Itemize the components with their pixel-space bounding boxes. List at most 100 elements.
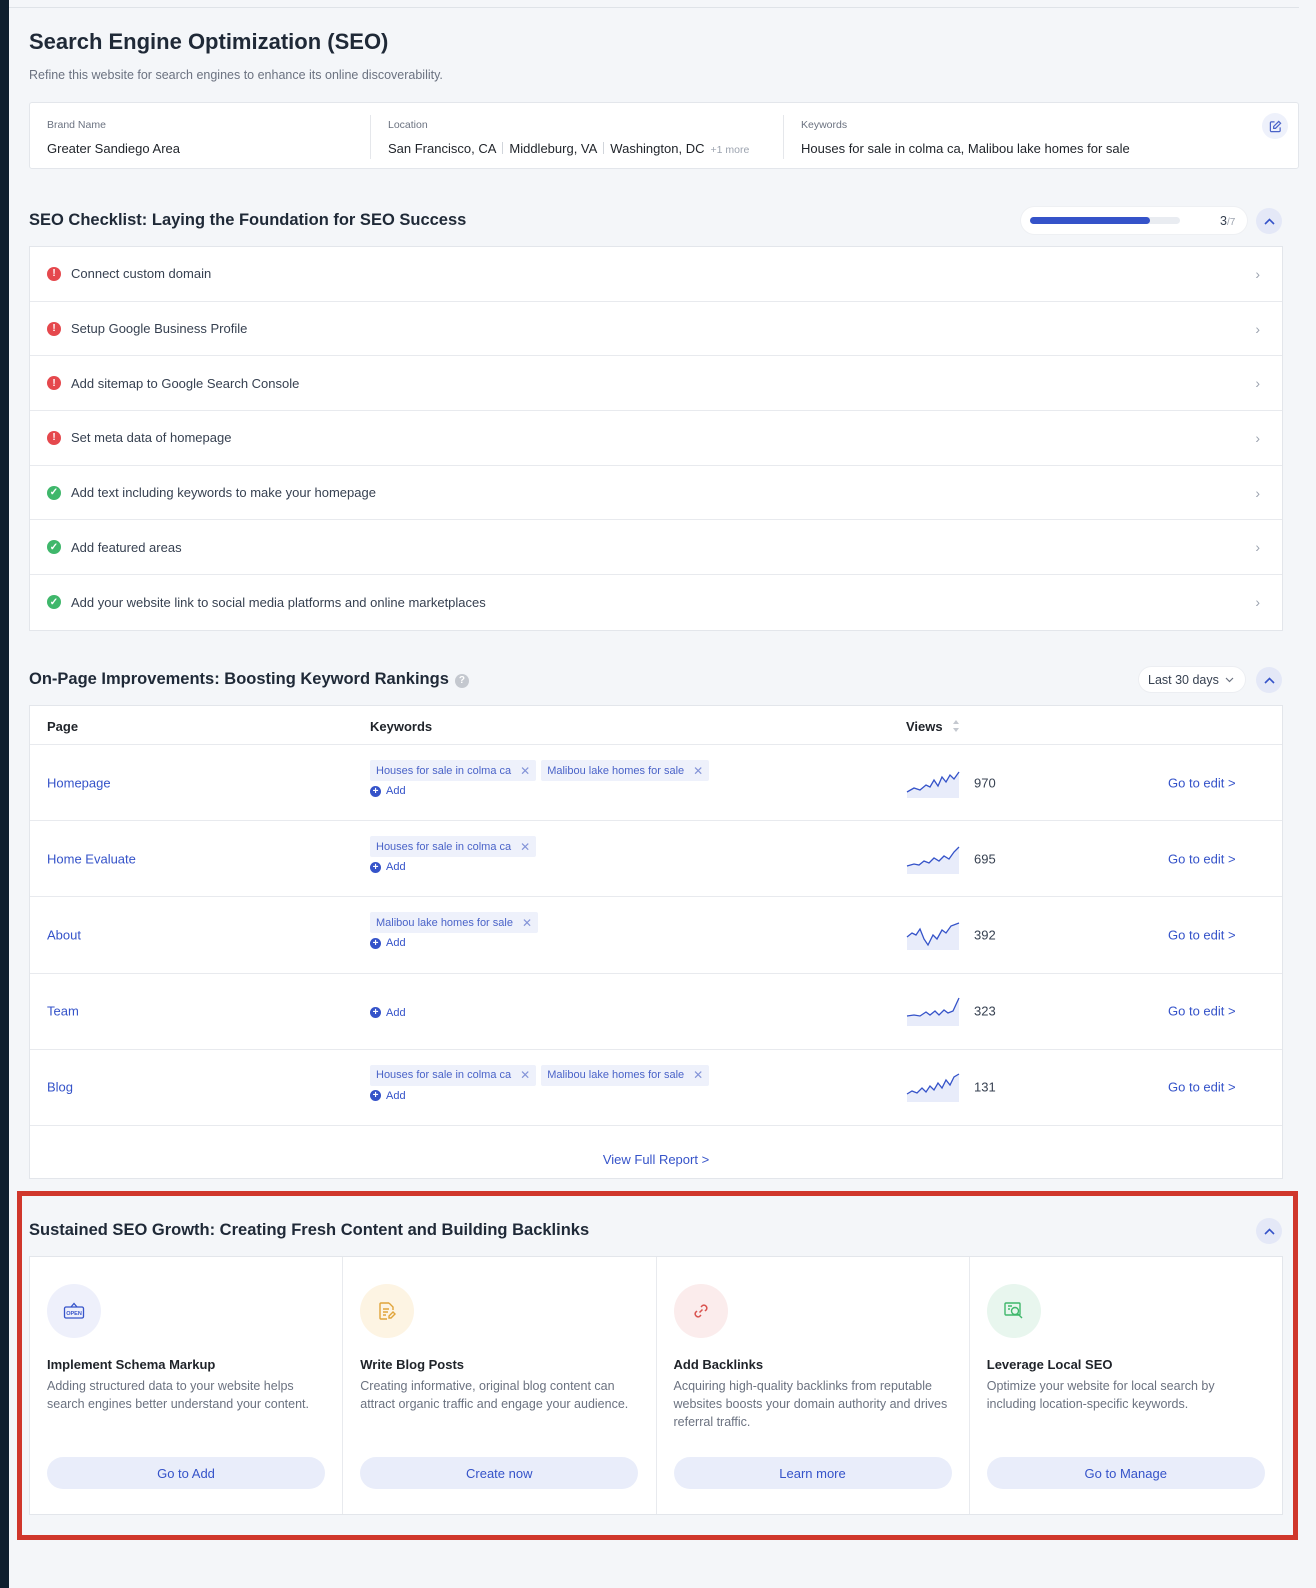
go-to-edit-link[interactable]: Go to edit > — [1168, 1080, 1236, 1095]
top-divider — [9, 0, 1299, 8]
remove-keyword-icon[interactable]: ✕ — [520, 764, 530, 778]
checklist-item-label: Set meta data of homepage — [71, 430, 232, 446]
sort-icon — [953, 720, 960, 732]
onpage-collapse-button[interactable] — [1256, 667, 1282, 693]
table-row: Home Evaluate Houses for sale in colma ca… — [30, 821, 1282, 898]
keyword-tag: Malibou lake homes for sale ✕ — [541, 760, 710, 781]
keyword-list: + Add — [370, 1003, 406, 1019]
views-sparkline — [906, 771, 960, 798]
add-keyword-button[interactable]: + Add — [370, 1090, 714, 1102]
card-action-button[interactable]: Create now — [360, 1457, 639, 1489]
add-keyword-button[interactable]: + Add — [370, 937, 543, 949]
checklist-item-label: Add sitemap to Google Search Console — [71, 375, 300, 391]
checklist-item[interactable]: ✓ Add your website link to social media p… — [30, 575, 1282, 630]
views-count: 323 — [974, 1003, 996, 1019]
location-item: Washington, DC — [610, 141, 705, 156]
table-row: Homepage Houses for sale in colma ca ✕ Mali… — [30, 745, 1282, 822]
views-sparkline — [906, 997, 960, 1027]
page-link[interactable]: Home Evaluate — [47, 851, 136, 866]
view-full-report-link[interactable]: View Full Report > — [30, 1152, 1282, 1167]
document-edit-icon — [360, 1284, 415, 1338]
go-to-edit-link[interactable]: Go to edit > — [1168, 927, 1236, 942]
add-keyword-button[interactable]: + Add — [370, 1007, 406, 1019]
keywords-field: Keywords Houses for sale in colma ca, Ma… — [801, 119, 1130, 156]
page-link[interactable]: About — [47, 927, 81, 942]
page-link[interactable]: Blog — [47, 1080, 73, 1095]
keyword-tag: Houses for sale in colma ca ✕ — [370, 836, 537, 858]
growth-card: Write Blog Posts Creating informative, or… — [343, 1257, 657, 1514]
remove-keyword-icon[interactable]: ✕ — [693, 764, 703, 778]
column-views[interactable]: Views — [906, 719, 960, 734]
checklist-item[interactable]: ! Add sitemap to Google Search Console › — [30, 356, 1282, 412]
card-description: Acquiring high-quality backlinks from re… — [673, 1379, 948, 1429]
growth-collapse-button[interactable] — [1256, 1218, 1282, 1244]
card-description: Optimize your website for local search b… — [986, 1379, 1215, 1411]
location-item: Middleburg, VA — [509, 141, 598, 156]
checklist-item-label: Add text including keywords to make your… — [71, 485, 376, 501]
keyword-tags: Houses for sale in colma ca ✕ Malibou lake… — [370, 760, 714, 781]
go-to-edit-link[interactable]: Go to edit > — [1168, 775, 1236, 790]
left-edge-bar — [0, 0, 9, 1588]
seo-info-card: Brand Name Greater Sandiego Area Locatio… — [29, 102, 1299, 169]
keyword-list: Houses for sale in colma ca ✕ Malibou lake… — [370, 760, 714, 797]
remove-keyword-icon[interactable]: ✕ — [522, 916, 532, 930]
plus-icon: + — [370, 861, 381, 873]
add-keyword-button[interactable]: + Add — [370, 785, 714, 797]
checklist-item[interactable]: ✓ Add featured areas › — [30, 520, 1282, 576]
keyword-tag-label: Houses for sale in colma ca — [376, 764, 512, 777]
keyword-tag-label: Houses for sale in colma ca — [376, 840, 512, 853]
card-action-button[interactable]: Go to Add — [47, 1457, 325, 1489]
help-icon[interactable]: ? — [454, 674, 469, 688]
progress-track — [1030, 217, 1180, 224]
card-action-button[interactable]: Learn more — [673, 1457, 952, 1489]
plus-icon: + — [370, 1007, 381, 1019]
onpage-title: On-Page Improvements: Boosting Keyword R… — [29, 670, 469, 689]
checklist-item[interactable]: ! Connect custom domain › — [30, 247, 1282, 302]
edit-info-button[interactable] — [1262, 113, 1288, 139]
page-link[interactable]: Team — [47, 1004, 79, 1019]
date-range-select[interactable]: Last 30 days — [1138, 666, 1246, 693]
column-keywords: Keywords — [370, 719, 433, 734]
error-icon: ! — [47, 266, 61, 281]
add-keyword-label: Add — [386, 1006, 406, 1019]
remove-keyword-icon[interactable]: ✕ — [693, 1068, 703, 1082]
page-subtitle: Refine this website for search engines t… — [29, 68, 443, 82]
growth-card: Add Backlinks Acquiring high-quality back… — [657, 1257, 970, 1514]
progress-text: 3/7 — [1220, 214, 1236, 228]
keyword-list: Houses for sale in colma ca ✕ Malibou lake… — [370, 1064, 714, 1102]
keyword-list: Houses for sale in colma ca ✕ + Add — [370, 836, 541, 873]
checklist-item[interactable]: ✓ Add text including keywords to make you… — [30, 466, 1282, 521]
column-page: Page — [47, 719, 79, 734]
remove-keyword-icon[interactable]: ✕ — [520, 1068, 530, 1082]
add-keyword-label: Add — [386, 937, 406, 950]
views-count: 970 — [974, 775, 996, 791]
go-to-edit-link[interactable]: Go to edit > — [1168, 851, 1236, 866]
plus-icon: + — [370, 937, 381, 949]
open-sign-icon: OPEN — [47, 1284, 101, 1338]
page-title: Search Engine Optimization (SEO) — [29, 29, 389, 54]
keyword-tag-label: Malibou lake homes for sale — [547, 1069, 685, 1082]
checklist-item[interactable]: ! Setup Google Business Profile › — [30, 302, 1282, 357]
link-icon — [673, 1284, 728, 1338]
keyword-tag: Malibou lake homes for sale ✕ — [370, 912, 539, 934]
keyword-list: Malibou lake homes for sale ✕ + Add — [370, 912, 543, 949]
card-action-button[interactable]: Go to Manage — [986, 1457, 1265, 1489]
table-row: About Malibou lake homes for sale ✕ + Add 392… — [30, 897, 1282, 974]
views-sparkline — [906, 846, 960, 874]
remove-keyword-icon[interactable]: ✕ — [520, 840, 530, 854]
checklist-item-label: Add featured areas — [71, 539, 182, 555]
views-count: 131 — [974, 1079, 996, 1095]
views-sparkline — [906, 922, 960, 950]
checklist-item[interactable]: ! Set meta data of homepage › — [30, 411, 1282, 466]
plus-icon: + — [370, 1090, 381, 1102]
progress-fill — [1030, 217, 1150, 224]
keyword-tags: Houses for sale in colma ca ✕ Malibou lake… — [370, 1064, 714, 1086]
add-keyword-label: Add — [386, 785, 406, 797]
go-to-edit-link[interactable]: Go to edit > — [1168, 1004, 1236, 1019]
add-keyword-button[interactable]: + Add — [370, 861, 541, 873]
checklist-collapse-button[interactable] — [1256, 208, 1282, 234]
page-link[interactable]: Homepage — [47, 775, 111, 790]
location-more-link[interactable]: +1 more — [710, 144, 749, 156]
svg-text:OPEN: OPEN — [66, 1311, 82, 1317]
card-title: Write Blog Posts — [360, 1357, 465, 1372]
